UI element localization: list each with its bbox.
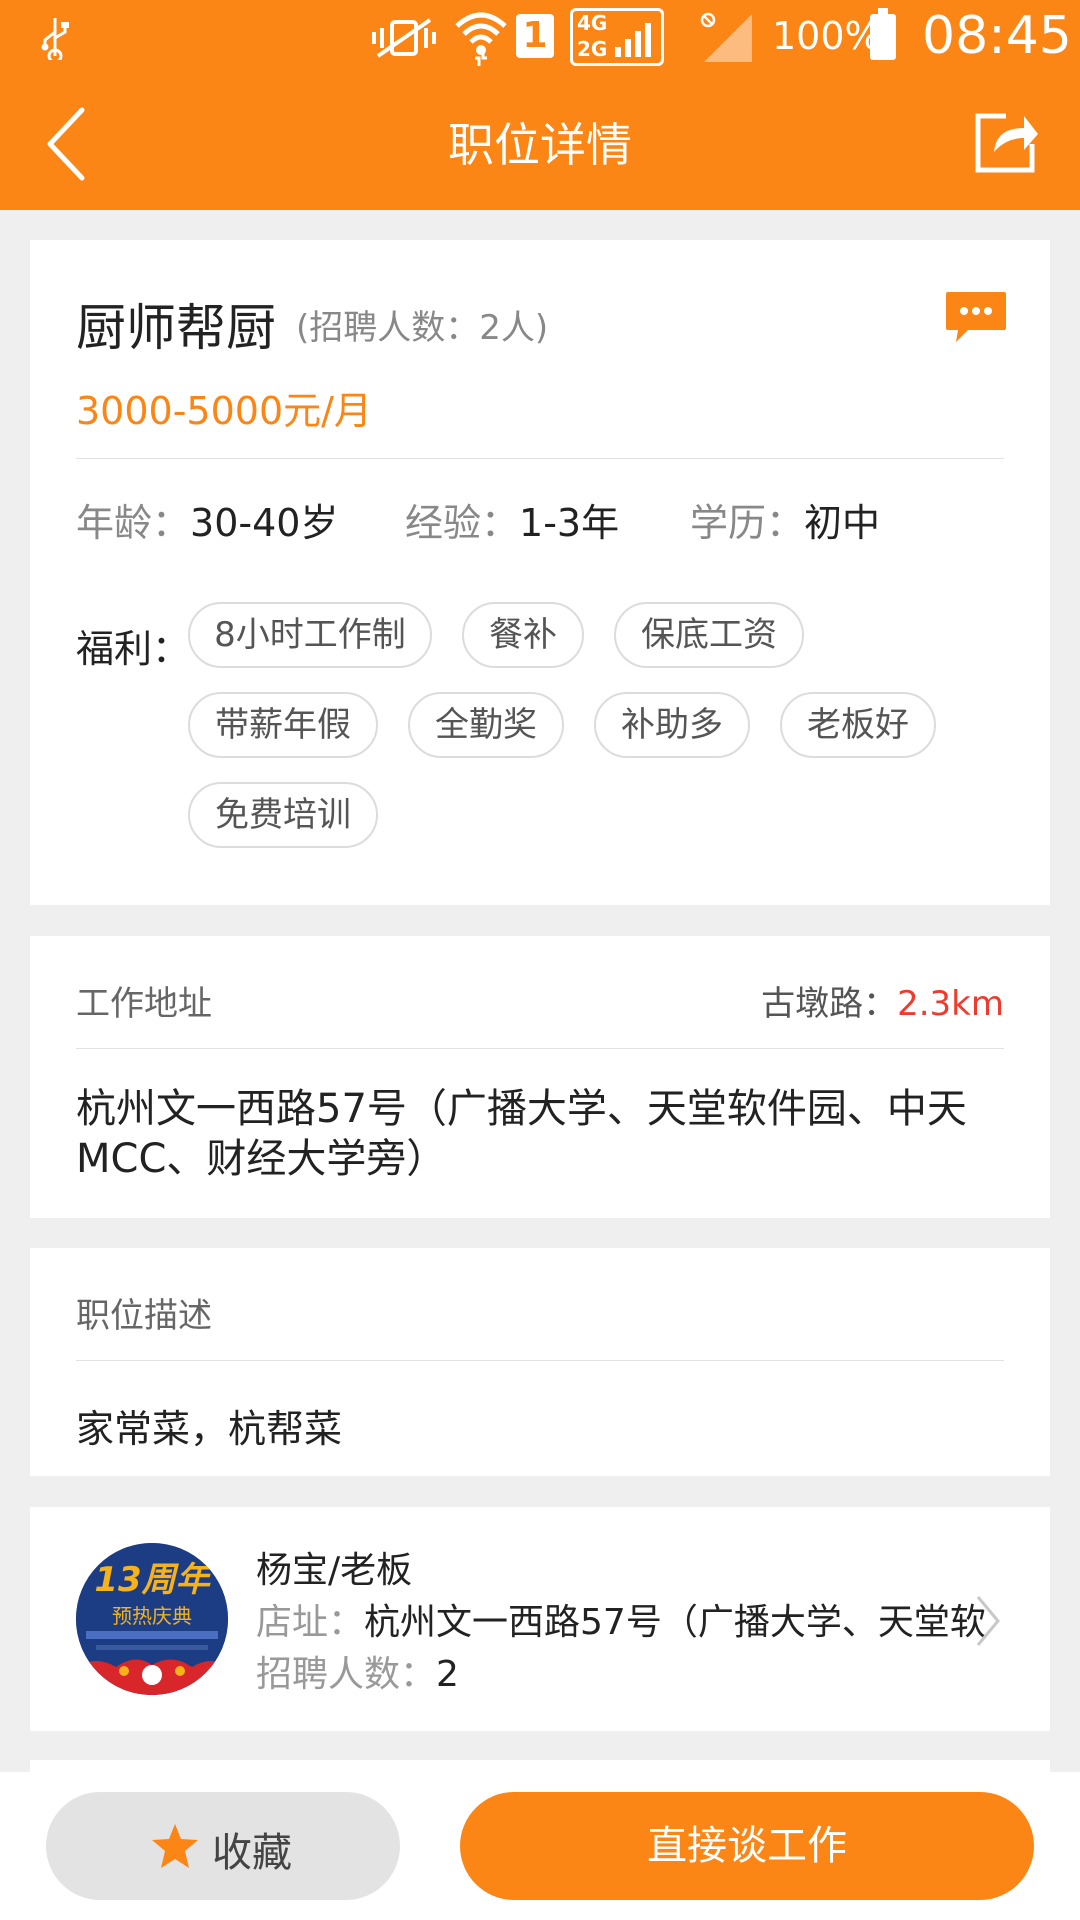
star-icon bbox=[152, 1824, 198, 1868]
divider bbox=[76, 1048, 1004, 1049]
app-header: 1 4G 2G 100% 08:45 职位详情 bbox=[0, 0, 1080, 210]
distance-label: 古墩路： bbox=[761, 984, 898, 1024]
benefit-tag: 8小时工作制 bbox=[188, 602, 432, 668]
favorite-label: 收藏 bbox=[212, 1830, 292, 1876]
wifi-icon bbox=[455, 12, 507, 66]
distance-info: 古墩路：2.3km bbox=[761, 976, 1004, 1025]
status-clock: 08:45 bbox=[922, 6, 1072, 66]
network-type-icon: 4G 2G bbox=[570, 8, 664, 66]
employer-headcount-label: 招聘人数： bbox=[256, 1654, 437, 1695]
status-bar: 1 4G 2G 100% 08:45 bbox=[0, 0, 1080, 80]
favorite-button[interactable]: 收藏 bbox=[46, 1792, 400, 1900]
job-headcount: (招聘人数：2人) bbox=[296, 308, 549, 348]
requirement-value: 30-40岁 bbox=[190, 501, 339, 545]
battery-icon bbox=[870, 8, 896, 60]
benefit-tag: 老板好 bbox=[780, 692, 936, 758]
requirement-label: 学历： bbox=[690, 501, 805, 545]
requirement-label: 年龄： bbox=[76, 501, 191, 545]
signal-bars-icon bbox=[615, 23, 651, 57]
section-label: 职位描述 bbox=[76, 1296, 212, 1336]
description-text: 家常菜，杭帮菜 bbox=[76, 1407, 343, 1451]
employer-name: 杨宝/老板 bbox=[256, 1550, 413, 1591]
employer-address: 店址：杭州文一西路57号（广播大学、天堂软 bbox=[256, 1593, 986, 1645]
usb-icon bbox=[41, 18, 69, 60]
benefit-tag: 餐补 bbox=[462, 602, 584, 668]
employer-avatar: 13周年 预热庆典 bbox=[76, 1543, 228, 1695]
job-title: 厨师帮厨 bbox=[76, 299, 276, 357]
employer-card[interactable]: 13周年 预热庆典 杨宝/老板 店址：杭州文一西路57号（广播大学、天堂软 招聘… bbox=[30, 1507, 1050, 1731]
benefit-tag: 保底工资 bbox=[614, 602, 804, 668]
requirement-value: 初中 bbox=[804, 501, 881, 545]
divider bbox=[76, 458, 1004, 459]
requirement-age: 年龄：30-40岁 bbox=[76, 492, 338, 547]
requirement-label: 经验： bbox=[405, 501, 520, 545]
benefit-tag: 带薪年假 bbox=[188, 692, 378, 758]
salary-range: 3000-5000元/月 bbox=[76, 389, 372, 433]
avatar-image: 13周年 预热庆典 bbox=[76, 1543, 228, 1695]
network-4g-label: 4G bbox=[577, 11, 608, 35]
talk-job-button[interactable]: 直接谈工作 bbox=[460, 1792, 1034, 1900]
signal-sim2-icon bbox=[700, 12, 752, 62]
benefit-tag: 补助多 bbox=[594, 692, 750, 758]
requirement-education: 学历：初中 bbox=[690, 492, 880, 547]
employer-headcount-value: 2 bbox=[436, 1654, 459, 1695]
bottom-action-bar: 收藏 直接谈工作 bbox=[0, 1772, 1080, 1920]
work-address-card[interactable]: 工作地址 古墩路：2.3km 杭州文一西路57号（广播大学、天堂软件园、中天MC… bbox=[30, 936, 1050, 1218]
chat-icon[interactable] bbox=[944, 290, 1008, 346]
avatar-headline: 13周年 bbox=[94, 1560, 213, 1600]
avatar-subline: 预热庆典 bbox=[112, 1604, 192, 1628]
benefit-tag: 全勤奖 bbox=[408, 692, 564, 758]
page-title: 职位详情 bbox=[448, 118, 632, 172]
requirement-value: 1-3年 bbox=[519, 501, 620, 545]
divider bbox=[76, 1360, 1004, 1361]
back-button[interactable] bbox=[30, 100, 120, 190]
requirement-experience: 经验：1-3年 bbox=[405, 492, 619, 547]
share-button[interactable] bbox=[972, 108, 1042, 178]
job-description-card: 职位描述 家常菜，杭帮菜 bbox=[30, 1248, 1050, 1476]
vibrate-off-icon bbox=[372, 18, 436, 58]
title-bar: 职位详情 bbox=[0, 80, 1080, 210]
section-label: 工作地址 bbox=[76, 984, 212, 1024]
benefit-tag: 免费培训 bbox=[188, 782, 378, 848]
distance-value: 2.3km bbox=[897, 984, 1004, 1024]
network-2g-label: 2G bbox=[577, 37, 608, 61]
employer-address-label: 店址： bbox=[256, 1602, 365, 1643]
sim-slot-indicator: 1 bbox=[516, 14, 554, 58]
address-text: 杭州文一西路57号（广播大学、天堂软件园、中天MCC、财经大学旁） bbox=[76, 1086, 967, 1182]
benefits-label: 福利： bbox=[76, 627, 191, 671]
battery-percent: 100% bbox=[772, 14, 881, 58]
chevron-right-icon bbox=[976, 1596, 1000, 1646]
employer-address-value: 杭州文一西路57号（广播大学、天堂软 bbox=[364, 1602, 986, 1643]
employer-headcount: 招聘人数：2 bbox=[256, 1645, 459, 1697]
job-summary-card: 厨师帮厨 (招聘人数：2人) 3000-5000元/月 年龄：30-40岁 经验… bbox=[30, 240, 1050, 905]
